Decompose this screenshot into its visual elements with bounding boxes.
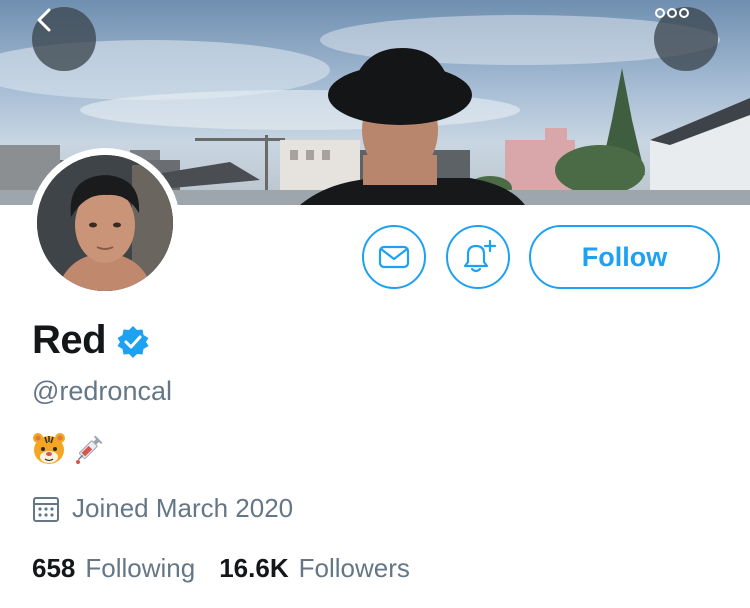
avatar[interactable] (30, 148, 180, 298)
tiger-face-emoji (33, 433, 65, 464)
profile-bio (32, 432, 106, 466)
joined-text: Joined March 2020 (72, 493, 294, 523)
bell-plus-icon (463, 239, 497, 273)
display-name: Red (32, 318, 107, 362)
following-count: 658 (32, 553, 76, 583)
joined-date: Joined March 2020 (32, 493, 293, 524)
profile-page: Follow Red @redroncal Joined March 2020 … (0, 0, 750, 608)
message-button[interactable] (362, 225, 426, 289)
followers-count: 16.6K (219, 553, 289, 583)
mail-icon (378, 245, 410, 269)
followers-link[interactable]: 16.6K Followers (219, 553, 410, 584)
followers-label: Followers (298, 553, 410, 583)
verified-badge-icon (117, 325, 149, 358)
profile-stats: 658 Following 16.6K Followers (32, 553, 410, 584)
avatar-image (37, 155, 173, 291)
notifications-button[interactable] (446, 225, 510, 289)
profile-name-row: Red (32, 318, 150, 363)
profile-handle: @redroncal (32, 376, 172, 406)
syringe-emoji (76, 435, 103, 464)
chevron-left-icon (37, 8, 51, 32)
more-icon (655, 8, 689, 18)
following-link[interactable]: 658 Following (32, 553, 195, 584)
calendar-icon (33, 496, 59, 522)
following-label: Following (85, 553, 196, 583)
more-options-button[interactable] (654, 7, 718, 71)
back-button[interactable] (32, 7, 96, 71)
follow-button[interactable]: Follow (529, 225, 720, 289)
